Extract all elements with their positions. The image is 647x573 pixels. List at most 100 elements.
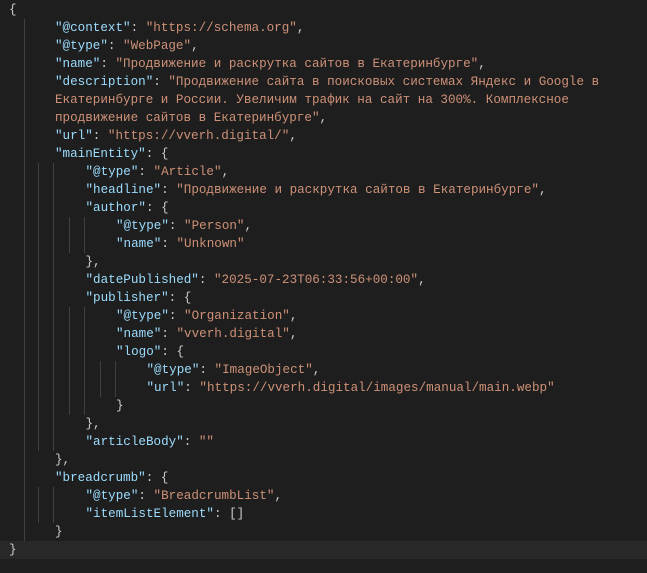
indent-guide xyxy=(53,199,54,218)
code-line[interactable]: "@type": "WebPage", xyxy=(0,37,647,56)
json-string: "Unknown" xyxy=(176,237,245,252)
code-line[interactable]: "@context": "https://schema.org", xyxy=(0,19,647,38)
indent-guide xyxy=(24,271,25,290)
code-line[interactable]: "datePublished": "2025-07-23T06:33:56+00… xyxy=(0,271,647,290)
code-line[interactable]: "@type": "ImageObject", xyxy=(0,361,647,380)
code-line[interactable]: "articleBody": "" xyxy=(0,433,647,452)
json-punctuation: }, xyxy=(85,255,101,270)
indent-guide xyxy=(84,343,85,362)
json-punctuation: : xyxy=(138,165,154,180)
json-punctuation: , xyxy=(289,327,298,342)
indent-guide xyxy=(24,109,25,128)
indent-guide xyxy=(53,181,54,200)
indent-guide xyxy=(38,487,39,506)
code-line[interactable]: "breadcrumb": { xyxy=(0,469,647,488)
json-punctuation: , xyxy=(244,219,253,234)
indent-guide xyxy=(38,325,39,344)
json-punctuation: : { xyxy=(145,471,169,486)
indent-guide xyxy=(53,307,54,326)
json-key: "description" xyxy=(55,75,154,90)
code-line[interactable]: "description": "Продвижение сайта в поис… xyxy=(0,73,647,92)
code-line[interactable]: "url": "https://vverh.digital/images/man… xyxy=(0,379,647,398)
json-punctuation: }, xyxy=(85,417,101,432)
code-line[interactable]: "name": "Unknown" xyxy=(0,235,647,254)
code-line[interactable]: "itemListElement": [] xyxy=(0,505,647,524)
json-key: "@type" xyxy=(116,219,169,234)
json-punctuation: : xyxy=(168,219,185,234)
json-string: "Article" xyxy=(153,165,222,180)
code-line[interactable]: "name": "Продвижение и раскрутка сайтов … xyxy=(0,55,647,74)
indent-guide xyxy=(24,487,25,506)
indent-guide xyxy=(100,379,101,398)
code-line[interactable]: "publisher": { xyxy=(0,289,647,308)
json-punctuation: : { xyxy=(161,345,185,360)
code-line[interactable]: { xyxy=(0,1,647,19)
indent-guide xyxy=(24,379,25,398)
code-line[interactable]: "url": "https://vverh.digital/", xyxy=(0,127,647,146)
indent-guide xyxy=(24,19,25,38)
indent-guide xyxy=(24,307,25,326)
indent-guide xyxy=(24,415,25,434)
json-string: "https://vverh.digital/images/manual/mai… xyxy=(199,381,555,396)
indent-guide xyxy=(53,505,54,524)
indent-guide xyxy=(38,199,39,218)
code-line[interactable]: Екатеринбурге и России. Увеличим трафик … xyxy=(0,91,647,110)
code-line[interactable]: "@type": "Article", xyxy=(0,163,647,182)
json-string: "Продвижение и раскрутка сайтов в Екатер… xyxy=(115,57,479,72)
json-punctuation: : xyxy=(161,237,177,252)
code-line[interactable]: }, xyxy=(0,451,647,470)
code-line[interactable]: "@type": "Person", xyxy=(0,217,647,236)
indent-guide xyxy=(24,343,25,362)
code-line[interactable]: "@type": "BreadcrumbList", xyxy=(0,487,647,506)
code-line[interactable]: "mainEntity": { xyxy=(0,145,647,164)
code-line[interactable]: "name": "vverh.digital", xyxy=(0,325,647,344)
indent-guide xyxy=(38,271,39,290)
json-punctuation: , xyxy=(296,21,305,36)
code-line[interactable]: } xyxy=(0,541,647,560)
json-string: "Продвижение сайта в поисковых системах … xyxy=(168,75,600,90)
indent-guide xyxy=(24,163,25,182)
json-punctuation: } xyxy=(9,543,17,558)
json-punctuation: : xyxy=(161,327,177,342)
json-key: "@context" xyxy=(55,21,131,36)
json-punctuation: : xyxy=(153,75,169,90)
indent-guide xyxy=(24,127,25,146)
json-punctuation: : xyxy=(198,273,214,288)
indent-guide xyxy=(24,451,25,470)
code-editor[interactable]: {"@context": "https://schema.org", "@type… xyxy=(0,1,647,560)
indent-guide xyxy=(84,379,85,398)
indent-guide xyxy=(38,289,39,308)
code-line[interactable]: }, xyxy=(0,253,647,272)
json-punctuation: : xyxy=(92,129,108,144)
indent-guide xyxy=(24,397,25,416)
json-punctuation: : xyxy=(168,309,185,324)
json-key: "url" xyxy=(146,381,185,396)
code-line[interactable]: "logo": { xyxy=(0,343,647,362)
indent-guide xyxy=(69,307,70,326)
indent-guide xyxy=(53,379,54,398)
indent-guide xyxy=(24,325,25,344)
indent-guide xyxy=(38,343,39,362)
indent-guide xyxy=(69,235,70,254)
code-line[interactable]: "headline": "Продвижение и раскрутка сай… xyxy=(0,181,647,200)
json-key: "@type" xyxy=(146,363,200,378)
code-line[interactable]: "author": { xyxy=(0,199,647,218)
json-punctuation: : xyxy=(130,21,146,36)
json-key: "mainEntity" xyxy=(55,147,146,162)
json-punctuation: , xyxy=(274,489,283,504)
indent-guide xyxy=(69,217,70,236)
indent-guide xyxy=(38,253,39,272)
json-key: "@type" xyxy=(55,39,108,54)
code-line[interactable]: продвижение сайтов в Екатеринбурге", xyxy=(0,109,647,128)
code-line[interactable]: } xyxy=(0,397,647,416)
json-key: "logo" xyxy=(116,345,162,360)
json-punctuation: , xyxy=(289,129,297,144)
json-punctuation: , xyxy=(418,273,426,288)
indent-guide xyxy=(53,271,54,290)
code-line[interactable]: "@type": "Organization", xyxy=(0,307,647,326)
indent-guide xyxy=(24,235,25,254)
json-punctuation: : [] xyxy=(213,507,245,522)
code-line[interactable]: } xyxy=(0,523,647,542)
indent-guide xyxy=(38,307,39,326)
code-line[interactable]: }, xyxy=(0,415,647,434)
